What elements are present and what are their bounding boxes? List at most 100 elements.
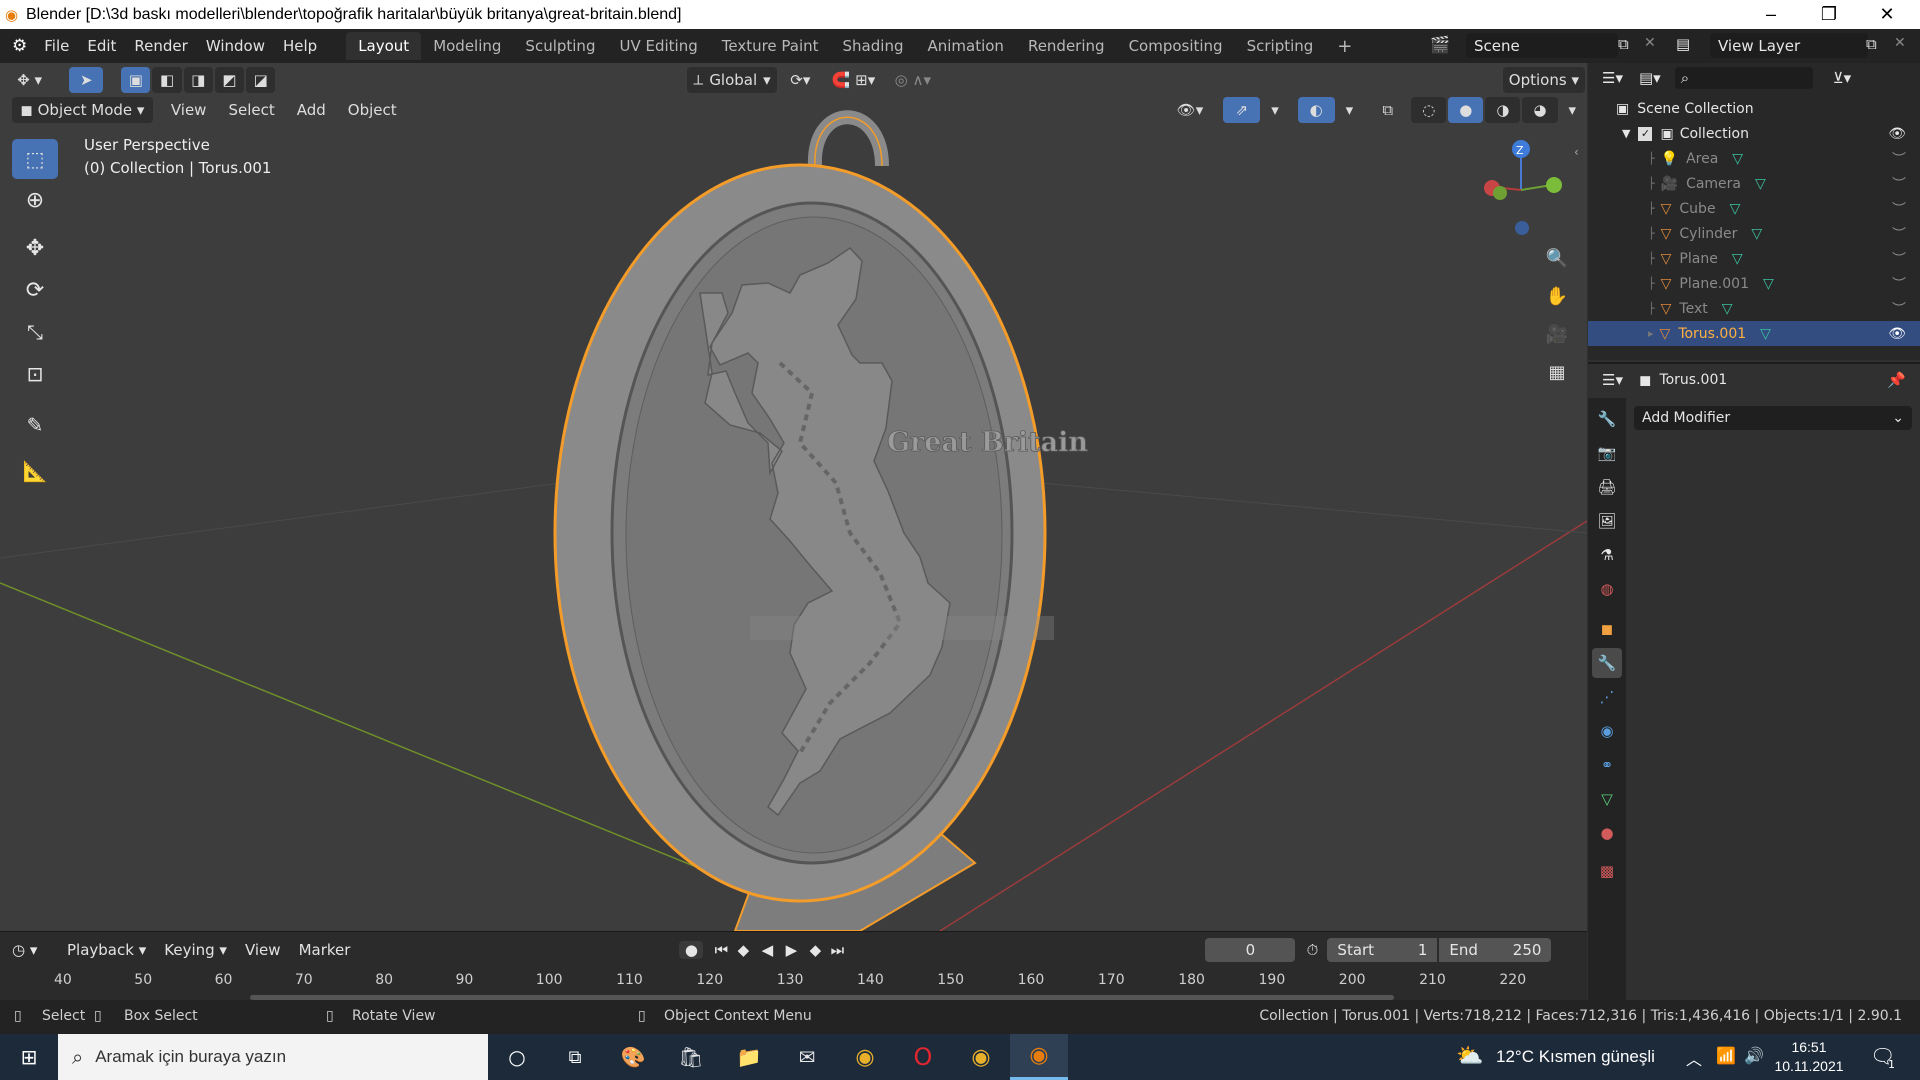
tab-scene[interactable]: ⚗ [1592,540,1622,570]
tab-layout[interactable]: Layout [346,32,422,60]
outliner-item[interactable]: ├ ▽ Plane ▽ ︶ [1588,246,1920,271]
jump-end-button[interactable]: ⏭ [827,941,847,959]
blender-menu-icon[interactable]: ⚙ [12,36,27,56]
jump-start-button[interactable]: ⏮ [711,941,731,959]
delete-view-layer-icon[interactable]: ✕ [1894,35,1906,51]
tab-particles[interactable]: ⋰ [1592,682,1622,712]
maximize-button[interactable]: ❐ [1806,0,1852,29]
taskbar-app-mail[interactable]: ✉ [778,1034,836,1080]
zoom-view-button[interactable]: 🔍 [1540,241,1574,275]
outliner-item[interactable]: ├ 💡 Area ▽ ︶ [1588,146,1920,171]
taskbar-app-store[interactable]: 🛍 [662,1034,720,1080]
clock[interactable]: 16:51 10.11.2021 [1768,1038,1850,1076]
mode-dropdown[interactable]: ◼ Object Mode ▾ [12,97,153,123]
shading-material-button[interactable]: ◑ [1485,97,1521,123]
volume-icon[interactable]: 🔊 [1744,1046,1764,1065]
pin-icon[interactable]: 📌 [1887,371,1906,389]
outliner-editor-type-icon[interactable]: ☰▾ [1602,69,1623,87]
play-reverse-button[interactable]: ◀ [755,941,779,959]
select-tool-button[interactable]: ➤ [69,67,104,93]
display-mode-icon[interactable]: ▤▾ [1639,69,1661,87]
tab-shading[interactable]: Shading [831,32,916,60]
filter-icon[interactable]: ⊻▾ [1833,69,1852,87]
minimize-button[interactable]: – [1748,0,1794,29]
overlay-dropdown[interactable]: ▾ [1337,97,1362,123]
taskbar-app-chrome-2[interactable]: ◉ [952,1034,1010,1080]
pivot-dropdown[interactable]: ⟳▾ [779,67,822,93]
menu-view[interactable]: View [165,97,213,123]
tab-compositing[interactable]: Compositing [1117,32,1235,60]
tab-output[interactable]: 🖨 [1592,472,1622,502]
menu-file[interactable]: File [35,37,78,55]
tab-uv-editing[interactable]: UV Editing [607,32,709,60]
tab-object[interactable]: ◼ [1592,614,1622,644]
scale-tool[interactable]: ⤡ [12,312,58,352]
properties-editor-type-icon[interactable]: ☰▾ [1602,371,1623,389]
view-layer-field[interactable]: View Layer [1710,33,1868,58]
timeline-menu-playback[interactable]: Playback ▾ [58,941,155,959]
rotate-tool[interactable]: ⟳ [12,270,58,310]
add-workspace-button[interactable]: + [1325,31,1364,62]
annotate-tool[interactable]: ✎ [12,405,58,445]
tab-physics[interactable]: ◉ [1592,716,1622,746]
select-intersect-button[interactable]: ◪ [246,67,276,93]
eye-icon[interactable]: 👁 [1888,126,1906,142]
shading-rendered-button[interactable]: ◕ [1522,97,1558,123]
snap-toggle[interactable]: 🧲 ⊞▾ [824,67,883,93]
scene-field[interactable]: Scene [1466,33,1618,58]
cortana-button[interactable]: ○ [488,1034,546,1080]
tab-constraints[interactable]: ⚭ [1592,750,1622,780]
timeline-menu-keying[interactable]: Keying ▾ [155,941,236,959]
task-view-button[interactable]: ⧉ [546,1034,604,1080]
3d-viewport[interactable]: Great Britain Z ✥ ▾ ➤ ▣ ◧ ◨ ◩ ◪ ⟂ Global… [0,63,1587,931]
tab-sculpting[interactable]: Sculpting [513,32,607,60]
editor-type-button[interactable]: ✥ ▾ [8,67,51,93]
taskbar-app-chrome[interactable]: ◉ [836,1034,894,1080]
weather-text[interactable]: 12°C Kısmen güneşli [1496,1047,1655,1067]
orientation-dropdown[interactable]: ⟂ Global ▾ [687,67,777,93]
taskbar-app-paint3d[interactable]: 🎨 [604,1034,662,1080]
taskbar-app-opera[interactable]: O [894,1034,952,1080]
tab-tool[interactable]: 🔧 [1592,404,1622,434]
tab-scripting[interactable]: Scripting [1235,32,1326,60]
outliner-item[interactable]: ├ ▽ Cylinder ▽ ︶ [1588,221,1920,246]
new-view-layer-icon[interactable]: ⧉ [1866,35,1877,53]
overlay-toggle[interactable]: ◐ [1297,97,1335,123]
menu-add[interactable]: Add [291,97,332,123]
outliner-collection[interactable]: ▼ ✓ ▣ Collection 👁 [1588,121,1920,146]
proportional-edit-toggle[interactable]: ◎ ∧▾ [885,67,941,93]
eye-icon[interactable]: 👁 [1888,326,1906,342]
tab-view-layer[interactable]: 🖼 [1592,506,1622,536]
eye-icon[interactable]: ︶ [1892,199,1906,219]
start-button[interactable]: ⊞ [0,1034,58,1080]
transform-tool[interactable]: ⊡ [12,354,58,394]
outliner-item[interactable]: ├ ▽ Plane.001 ▽ ︶ [1588,271,1920,296]
close-button[interactable]: ✕ [1864,0,1910,29]
menu-object[interactable]: Object [342,97,403,123]
eye-icon[interactable]: ︶ [1892,299,1906,319]
tab-animation[interactable]: Animation [915,32,1015,60]
jump-keyframe-forward-button[interactable]: ◆ [803,941,827,959]
scene-selector-icon[interactable]: 🎬 [1430,35,1450,54]
measure-tool[interactable]: 📐 [12,451,58,491]
menu-render[interactable]: Render [125,37,196,55]
outliner-search-input[interactable]: ⌕ [1674,67,1813,89]
timeline-editor-type-icon[interactable]: ◷ ▾ [12,941,52,959]
view-layer-icon[interactable]: ▤ [1676,35,1690,53]
jump-keyframe-back-button[interactable]: ◆ [731,941,755,959]
outliner-item[interactable]: ▸ ▽ Torus.001 ▽ 👁 [1588,321,1920,346]
cursor-tool[interactable]: ⊕ [12,180,58,220]
menu-select[interactable]: Select [222,97,280,123]
select-box-tool[interactable]: ⬚ [12,139,58,179]
record-button[interactable]: ● [679,941,704,959]
network-icon[interactable]: 📶 [1716,1046,1736,1065]
tab-data[interactable]: ▽ [1592,784,1622,814]
expand-arrow-icon[interactable]: ▼ [1622,127,1630,140]
tab-material[interactable]: ● [1592,818,1622,848]
sidebar-toggle-icon[interactable]: ‹ [1574,145,1579,159]
delete-scene-icon[interactable]: ✕ [1644,35,1656,51]
gizmo-toggle[interactable]: ⇗ [1223,97,1261,123]
options-dropdown[interactable]: Options ▾ [1502,67,1585,93]
camera-view-button[interactable]: 🎥 [1540,317,1574,351]
menu-edit[interactable]: Edit [78,37,125,55]
